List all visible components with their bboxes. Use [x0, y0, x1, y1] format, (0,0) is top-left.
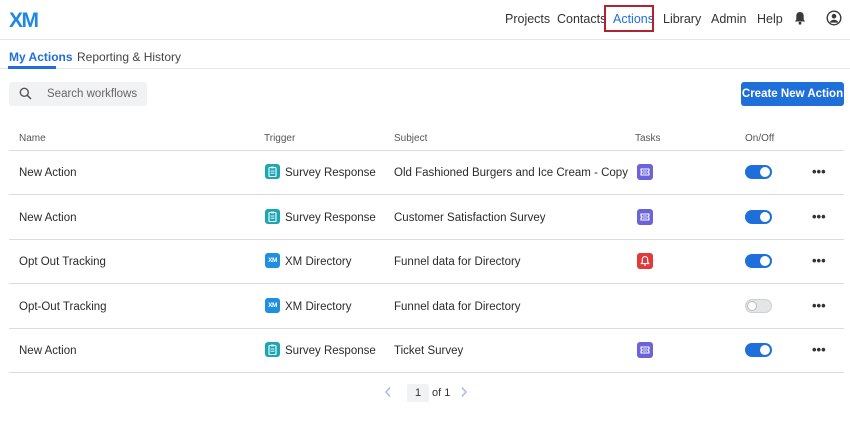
search-input[interactable]: [47, 85, 143, 103]
ticket-icon[interactable]: [637, 164, 653, 180]
toggle-knob: [760, 345, 770, 355]
toggle-knob: [760, 256, 770, 266]
xm-directory-icon: XM: [265, 253, 280, 268]
page-number-input[interactable]: 1: [407, 384, 429, 402]
table-row[interactable]: New Action Survey Response Customer Sati…: [9, 196, 844, 240]
more-options-icon[interactable]: •••: [812, 342, 826, 357]
toggle-knob: [760, 212, 770, 222]
top-bar: XM Projects Contacts Actions Library Adm…: [0, 0, 850, 40]
action-name[interactable]: Opt-Out Tracking: [19, 301, 107, 313]
enable-toggle[interactable]: [745, 165, 772, 179]
page-count-label: of 1: [432, 387, 451, 399]
nav-actions-highlight: [604, 5, 654, 32]
bell-icon[interactable]: [794, 11, 806, 28]
column-header-tasks[interactable]: Tasks: [635, 133, 661, 144]
xm-directory-icon: XM: [265, 298, 280, 313]
subject-label: Customer Satisfaction Survey: [394, 212, 546, 224]
trigger-label: XM Directory: [285, 256, 352, 268]
bell-alert-icon[interactable]: [637, 253, 653, 269]
subject-label: Funnel data for Directory: [394, 256, 521, 268]
action-name[interactable]: Opt Out Tracking: [19, 256, 106, 268]
xm-logo[interactable]: XM: [9, 9, 39, 33]
nav-admin[interactable]: Admin: [711, 12, 746, 26]
user-profile-icon[interactable]: [826, 10, 842, 29]
table-row[interactable]: New Action Survey Response Ticket Survey…: [9, 329, 844, 373]
enable-toggle[interactable]: [745, 343, 772, 357]
clipboard-icon: [265, 164, 280, 179]
subject-label: Old Fashioned Burgers and Ice Cream - Co…: [394, 167, 628, 179]
trigger-label: XM Directory: [285, 301, 352, 313]
table-row[interactable]: Opt Out Tracking XM XM Directory Funnel …: [9, 240, 844, 284]
search-icon: [19, 87, 32, 103]
subject-label: Ticket Survey: [394, 345, 464, 357]
more-options-icon[interactable]: •••: [812, 209, 826, 224]
nav-contacts[interactable]: Contacts: [557, 12, 606, 26]
enable-toggle[interactable]: [745, 254, 772, 268]
action-name[interactable]: New Action: [19, 212, 77, 224]
nav-projects[interactable]: Projects: [505, 12, 550, 26]
enable-toggle[interactable]: [745, 210, 772, 224]
nav-library[interactable]: Library: [663, 12, 701, 26]
action-name[interactable]: New Action: [19, 167, 77, 179]
chevron-left-icon[interactable]: [384, 386, 392, 401]
trigger-label: Survey Response: [285, 167, 376, 179]
ticket-icon[interactable]: [637, 209, 653, 225]
more-options-icon[interactable]: •••: [812, 253, 826, 268]
table-row[interactable]: Opt-Out Tracking XM XM Directory Funnel …: [9, 285, 844, 329]
tab-bar: My Actions Reporting & History: [0, 41, 850, 69]
subject-label: Funnel data for Directory: [394, 301, 521, 313]
toggle-knob: [760, 167, 770, 177]
more-options-icon[interactable]: •••: [812, 164, 826, 179]
table-row[interactable]: New Action Survey Response Old Fashioned…: [9, 151, 844, 195]
column-header-name[interactable]: Name: [19, 133, 46, 144]
trigger-label: Survey Response: [285, 212, 376, 224]
ticket-icon[interactable]: [637, 342, 653, 358]
clipboard-icon: [265, 342, 280, 357]
tab-my-actions[interactable]: My Actions: [9, 50, 73, 64]
nav-help[interactable]: Help: [757, 12, 783, 26]
column-header-trigger[interactable]: Trigger: [264, 133, 295, 144]
action-name[interactable]: New Action: [19, 345, 77, 357]
enable-toggle[interactable]: [745, 299, 772, 313]
search-box[interactable]: [9, 82, 147, 106]
tab-reporting-history[interactable]: Reporting & History: [77, 50, 181, 64]
active-tab-indicator: [8, 66, 56, 69]
trigger-label: Survey Response: [285, 345, 376, 357]
column-header-subject[interactable]: Subject: [394, 133, 427, 144]
toggle-knob: [747, 301, 757, 311]
create-new-action-button[interactable]: Create New Action: [741, 82, 844, 106]
more-options-icon[interactable]: •••: [812, 298, 826, 313]
clipboard-icon: [265, 209, 280, 224]
column-header-on-off[interactable]: On/Off: [745, 133, 774, 144]
chevron-right-icon[interactable]: [460, 386, 468, 401]
